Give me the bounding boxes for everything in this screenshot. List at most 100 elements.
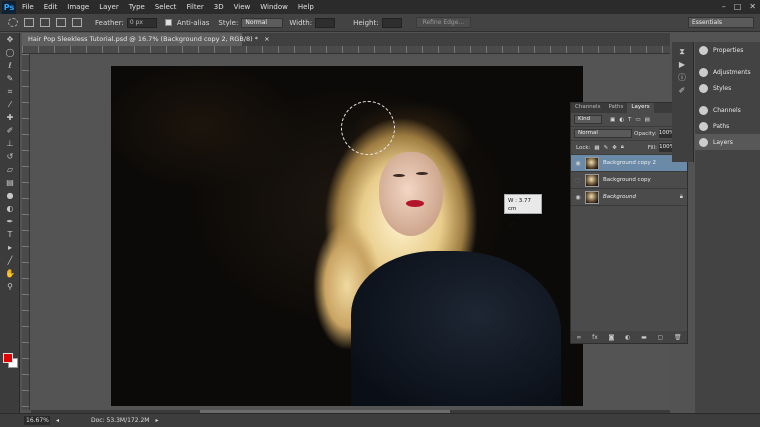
tab-channels[interactable]: Channels: [571, 103, 604, 113]
add-selection-icon[interactable]: [40, 18, 50, 27]
dock-styles[interactable]: Styles: [695, 80, 760, 96]
type-tool-icon[interactable]: T: [2, 229, 18, 241]
add-mask-icon[interactable]: ◙: [609, 334, 615, 341]
layer-thumbnail: [585, 173, 599, 187]
tab-paths[interactable]: Paths: [604, 103, 627, 113]
new-group-icon[interactable]: ▬: [641, 334, 647, 341]
filter-shape-icon[interactable]: ▭: [635, 117, 640, 123]
document-tab[interactable]: Hair Pop Sleekless Tutorial.psd @ 16.7% …: [22, 33, 270, 46]
menu-type[interactable]: Type: [129, 3, 145, 11]
new-layer-icon[interactable]: ▢: [658, 334, 664, 341]
eye-right-shape: [416, 172, 428, 175]
menu-image[interactable]: Image: [67, 3, 89, 11]
eraser-tool-icon[interactable]: ▱: [2, 164, 18, 176]
path-select-tool-icon[interactable]: ▸: [2, 242, 18, 254]
line-tool-icon[interactable]: ╱: [2, 255, 18, 267]
blend-mode-dropdown[interactable]: Normal: [574, 129, 632, 138]
eye-icon[interactable]: ◉: [571, 160, 585, 167]
menu-window[interactable]: Window: [260, 3, 288, 11]
layer-name[interactable]: Background: [603, 194, 680, 200]
ruler-horizontal: [22, 46, 670, 54]
elliptical-marquee-icon[interactable]: [8, 18, 18, 27]
layer-name[interactable]: Background copy: [603, 177, 687, 183]
actions-panel-icon[interactable]: ▶: [674, 59, 690, 71]
document-close-icon[interactable]: ×: [264, 35, 269, 43]
menu-select[interactable]: Select: [155, 3, 177, 11]
status-expand-icon[interactable]: ▸: [155, 417, 158, 424]
zoom-tool-icon[interactable]: ⚲: [2, 281, 18, 293]
intersect-selection-icon[interactable]: [72, 18, 82, 27]
lock-position-icon[interactable]: ✥: [612, 145, 617, 151]
dock-channels[interactable]: Channels: [695, 102, 760, 118]
style-dropdown[interactable]: Normal: [241, 17, 284, 28]
info-panel-icon[interactable]: ⓘ: [674, 72, 690, 84]
history-brush-icon[interactable]: ↺: [2, 151, 18, 163]
quick-select-tool-icon[interactable]: ✎: [2, 73, 18, 85]
eye-hidden-icon[interactable]: ▢: [571, 177, 585, 184]
close-button[interactable]: ✕: [749, 2, 756, 11]
layers-panel: Channels Paths Layers Kind ▣ ◐ T ▭ ▤ Nor…: [570, 102, 688, 344]
layers-panel-footer: ∞ fx ◙ ◐ ▬ ▢ 🗑︎: [571, 331, 687, 343]
refine-edge-button[interactable]: Refine Edge...: [415, 17, 472, 28]
filter-pixel-icon[interactable]: ▣: [610, 117, 615, 123]
zoom-level-input[interactable]: 16.67%: [24, 416, 50, 425]
filter-smart-icon[interactable]: ▤: [645, 117, 650, 123]
lock-transparent-icon[interactable]: ▦: [594, 145, 599, 151]
dock-adjustments[interactable]: Adjustments: [695, 64, 760, 80]
marquee-tool-icon[interactable]: ◯: [2, 47, 18, 59]
adjustment-layer-icon[interactable]: ◐: [625, 334, 630, 341]
dock-paths[interactable]: Paths: [695, 118, 760, 134]
history-panel-icon[interactable]: ⧗: [674, 46, 690, 58]
subtract-selection-icon[interactable]: [56, 18, 66, 27]
blur-tool-icon[interactable]: ●: [2, 190, 18, 202]
delete-layer-icon[interactable]: 🗑︎: [674, 334, 682, 341]
gradient-tool-icon[interactable]: ▤: [2, 177, 18, 189]
eye-icon[interactable]: ◉: [571, 194, 585, 201]
antialias-checkbox[interactable]: [164, 19, 172, 26]
height-input[interactable]: [381, 17, 402, 28]
link-layers-icon[interactable]: ∞: [576, 334, 581, 341]
menu-layer[interactable]: Layer: [99, 3, 119, 11]
options-bar: Feather: 0 px Anti-alias Style: Normal W…: [0, 14, 760, 32]
menu-filter[interactable]: Filter: [186, 3, 203, 11]
maximize-button[interactable]: □: [734, 2, 742, 11]
dock-layers[interactable]: Layers: [695, 134, 760, 150]
menu-edit[interactable]: Edit: [44, 3, 58, 11]
layer-row[interactable]: ◉ Background copy 2: [571, 155, 687, 172]
elliptical-selection[interactable]: [341, 101, 395, 155]
layer-filter-kind-dropdown[interactable]: Kind: [574, 115, 602, 124]
menu-3d[interactable]: 3D: [214, 3, 224, 11]
healing-tool-icon[interactable]: ✚: [2, 112, 18, 124]
dodge-tool-icon[interactable]: ◐: [2, 203, 18, 215]
workspace-dropdown[interactable]: Essentials: [688, 17, 754, 28]
move-tool-icon[interactable]: ✥: [2, 34, 18, 46]
crop-tool-icon[interactable]: ⌗: [2, 86, 18, 98]
app-logo[interactable]: Ps: [2, 0, 16, 14]
layer-style-icon[interactable]: fx: [592, 334, 598, 341]
lock-image-icon[interactable]: ✎: [604, 145, 609, 151]
brush-tool-icon[interactable]: ✐: [2, 125, 18, 137]
filter-type-icon[interactable]: T: [628, 117, 631, 123]
menu-help[interactable]: Help: [298, 3, 314, 11]
tab-layers[interactable]: Layers: [627, 103, 654, 113]
brush-panel-icon[interactable]: ✐: [674, 85, 690, 97]
style-label: Style:: [218, 18, 239, 27]
status-menu-icon[interactable]: ◂: [56, 417, 59, 424]
minimize-button[interactable]: –: [722, 2, 726, 11]
layer-row[interactable]: ◉ Background 🔒︎: [571, 189, 687, 206]
layer-row[interactable]: ▢ Background copy: [571, 172, 687, 189]
new-selection-icon[interactable]: [24, 18, 34, 27]
stamp-tool-icon[interactable]: ⊥: [2, 138, 18, 150]
foreground-color-swatch[interactable]: [3, 353, 13, 363]
dock-properties[interactable]: Properties: [695, 42, 760, 58]
feather-input[interactable]: 0 px: [126, 17, 157, 28]
menu-view[interactable]: View: [234, 3, 251, 11]
lasso-tool-icon[interactable]: ℓ: [2, 60, 18, 72]
eyedropper-tool-icon[interactable]: ⁄: [2, 99, 18, 111]
lock-all-icon[interactable]: 🔒︎: [621, 144, 624, 151]
width-input[interactable]: [315, 17, 336, 28]
hand-tool-icon[interactable]: ✋: [2, 268, 18, 280]
pen-tool-icon[interactable]: ✒: [2, 216, 18, 228]
menu-file[interactable]: File: [22, 3, 34, 11]
filter-adjustment-icon[interactable]: ◐: [619, 117, 624, 123]
